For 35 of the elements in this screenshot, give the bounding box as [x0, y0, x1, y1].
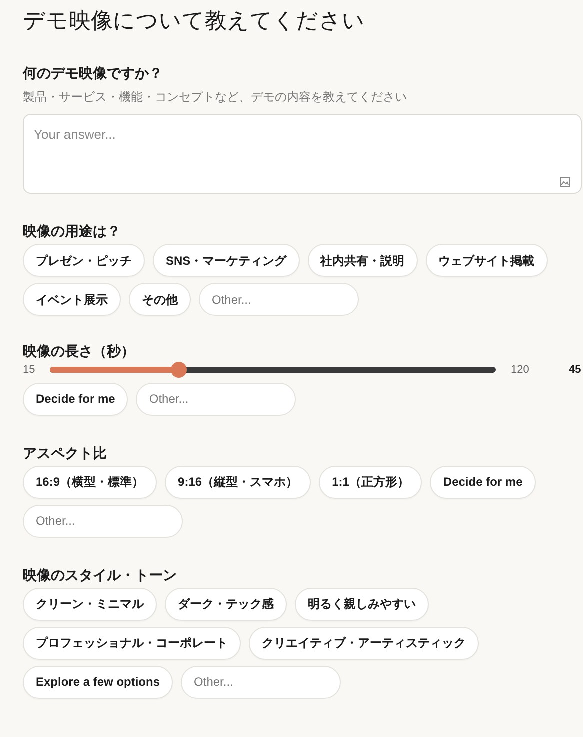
slider-value: 45 [569, 363, 582, 378]
option-chip[interactable]: Decide for me [23, 382, 128, 416]
page-title: デモ映像について教えてください [23, 8, 366, 36]
question-hint: 製品・サービス・機能・コンセプトなど、デモの内容を教えてください [23, 89, 408, 106]
question-label: アスペクト比 [23, 444, 108, 462]
question-label: 何のデモ映像ですか？ [23, 64, 164, 82]
answer-field[interactable]: Your answer... [23, 114, 582, 194]
option-chip[interactable]: 16:9（横型・標準） [23, 466, 158, 498]
option-chip[interactable]: 社内共有・説明 [308, 244, 418, 277]
option-chip[interactable]: ウェブサイト掲載 [426, 244, 548, 277]
slider-max: 120 [511, 363, 530, 378]
option-chip[interactable]: プレゼン・ピッチ [23, 244, 145, 277]
slider-thumb[interactable] [171, 362, 188, 378]
other-field[interactable]: Other... [23, 504, 183, 538]
option-chip[interactable]: Decide for me [430, 466, 536, 498]
option-chip[interactable]: 9:16（縦型・スマホ） [165, 466, 312, 498]
option-chip[interactable]: SNS・マーケティング [153, 244, 300, 277]
duration-slider[interactable] [50, 362, 496, 378]
other-field[interactable]: Other... [136, 382, 296, 416]
other-field[interactable]: Other... [199, 283, 359, 316]
slider-min: 15 [23, 363, 36, 378]
option-chip[interactable]: ダーク・テック感 [165, 588, 287, 620]
option-chip[interactable]: 1:1（正方形） [319, 466, 422, 498]
question-label: 映像の長さ（秒） [23, 342, 136, 360]
question-label: 映像の用途は？ [23, 222, 122, 240]
option-chip[interactable]: Explore a few options [23, 666, 174, 698]
option-chip[interactable]: その他 [129, 283, 191, 316]
option-chip[interactable]: イベント展示 [23, 283, 121, 316]
image-icon[interactable] [560, 177, 570, 187]
other-field[interactable]: Other... [181, 666, 342, 698]
option-chip[interactable]: 明るく親しみやすい [295, 588, 429, 620]
option-chip[interactable]: プロフェッショナル・コーポレート [23, 626, 241, 660]
question-label: 映像のスタイル・トーン [23, 566, 178, 584]
option-chip[interactable]: クリーン・ミニマル [23, 588, 157, 620]
option-chip[interactable]: クリエイティブ・アーティスティック [249, 626, 479, 660]
